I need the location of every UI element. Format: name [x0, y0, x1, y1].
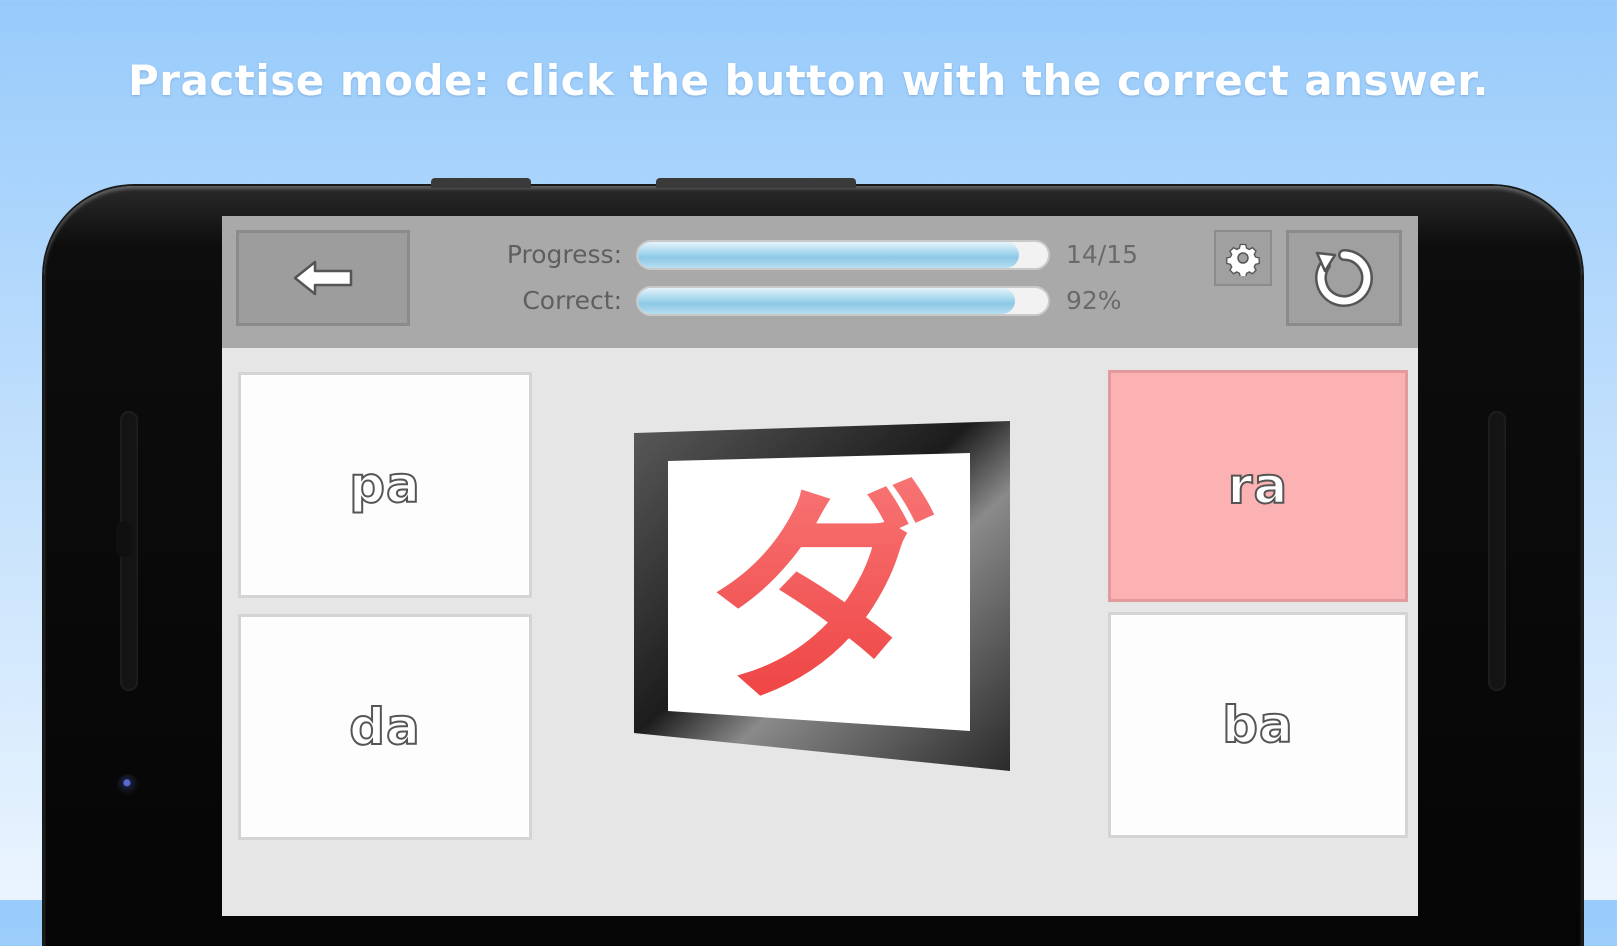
question-card: ダ: [634, 421, 1010, 771]
back-arrow-icon: [293, 260, 353, 296]
phone-sensor: [116, 521, 132, 557]
progress-value: 14/15: [1066, 240, 1139, 269]
correct-bar-fill: [638, 288, 1016, 314]
answer-button-bottom-left[interactable]: da: [238, 614, 532, 840]
answer-label: ra: [1227, 456, 1289, 516]
phone-volume-button: [656, 178, 856, 188]
correct-label: Correct:: [522, 286, 622, 315]
reset-icon: [1315, 249, 1373, 307]
progress-label: Progress:: [506, 240, 622, 269]
answer-button-top-left[interactable]: pa: [238, 372, 532, 598]
progress-bar-fill: [638, 242, 1020, 268]
reset-button[interactable]: [1286, 230, 1402, 326]
answer-label: pa: [348, 455, 421, 515]
settings-button[interactable]: [1214, 230, 1272, 286]
question-character: ダ: [709, 464, 939, 731]
answer-label: ba: [1221, 695, 1294, 755]
correct-value: 92%: [1066, 286, 1122, 315]
phone-side-button: [431, 178, 531, 188]
answer-button-top-right[interactable]: ra: [1108, 370, 1408, 602]
progress-bar: [636, 240, 1050, 270]
top-toolbar: Progress: 14/15 Correct: 92%: [222, 216, 1418, 348]
gear-icon: [1226, 243, 1260, 276]
back-button[interactable]: [236, 230, 410, 326]
correct-bar: [636, 286, 1050, 316]
answer-label: da: [348, 697, 421, 757]
speaker-grille-right: [1488, 411, 1506, 691]
instruction-headline: Practise mode: click the button with the…: [128, 56, 1489, 105]
answer-button-bottom-right[interactable]: ba: [1108, 612, 1408, 838]
app-screen: Progress: 14/15 Correct: 92% pa da ra ba…: [222, 216, 1418, 916]
front-camera: [117, 774, 139, 796]
